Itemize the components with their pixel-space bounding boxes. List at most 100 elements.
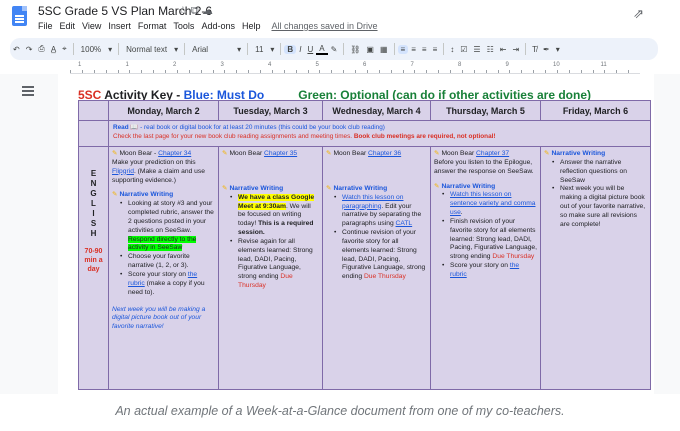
- chapter-34-link[interactable]: Chapter 34: [158, 150, 191, 157]
- star-move-cloud-icons[interactable]: ☆ ⧉ ☁: [178, 4, 213, 18]
- font-chevron-icon[interactable]: ▾: [234, 45, 244, 54]
- list-item: Score your story on the rubric: [434, 262, 537, 280]
- highlight-icon[interactable]: ✎: [328, 45, 341, 54]
- indent-less-icon[interactable]: ⇤: [497, 45, 510, 54]
- ruler-mark: [200, 70, 202, 73]
- read-instruction-line2: Check the last page for your new book cl…: [113, 132, 354, 140]
- chapter-35-link[interactable]: Chapter 35: [264, 150, 297, 157]
- style-select[interactable]: Normal text: [122, 45, 171, 54]
- font-select[interactable]: Arial: [188, 45, 234, 54]
- font-size-select[interactable]: 11: [251, 45, 267, 54]
- sentence-variety-lesson-link[interactable]: Watch this lesson on sentence variety an…: [450, 191, 536, 216]
- zoom-select[interactable]: 100%: [77, 45, 105, 54]
- docs-logo-icon[interactable]: [12, 6, 27, 26]
- numbered-list-icon[interactable]: ☷: [484, 45, 497, 54]
- ruler-mark: [117, 70, 119, 73]
- save-status[interactable]: All changes saved in Drive: [271, 21, 377, 31]
- day-header-monday: Monday, March 2: [108, 100, 219, 121]
- document-outline-icon[interactable]: [22, 86, 34, 96]
- spellcheck-icon[interactable]: A̲: [48, 45, 59, 54]
- ruler-mark: [188, 70, 190, 73]
- reading-row: Read 📖 - real book or digital book for a…: [78, 120, 651, 147]
- checklist-icon[interactable]: ☑: [457, 45, 470, 54]
- bold-icon[interactable]: B: [284, 44, 297, 54]
- menu-insert[interactable]: Insert: [108, 21, 131, 31]
- wednesday-english-cell[interactable]: ✎ Moon Bear Chapter 36 ✎ Narrative Writi…: [322, 146, 431, 390]
- list-item: Finish revision of your favorite story f…: [434, 218, 537, 262]
- flipgrid-link[interactable]: Flipgrid: [112, 168, 134, 175]
- menu-format[interactable]: Format: [138, 21, 167, 31]
- ruler-mark: [521, 70, 523, 73]
- tuesday-english-cell[interactable]: ✎ Moon Bear Chapter 35 ✎ Narrative Writi…: [218, 146, 323, 390]
- ruler-tick-label: 7: [410, 62, 414, 68]
- horizontal-ruler[interactable]: 1 1 2 3 4 5 6 7 8 9 10 11: [70, 62, 640, 74]
- pencil-icon: ✎: [434, 150, 440, 157]
- chapter-36-link[interactable]: Chapter 36: [368, 150, 401, 157]
- ruler-mark: [378, 70, 380, 73]
- bulleted-list-icon[interactable]: ☰: [470, 45, 483, 54]
- menu-file[interactable]: File: [38, 21, 53, 31]
- underline-icon[interactable]: U: [304, 45, 316, 54]
- list-item: Continue revision of your favorite story…: [326, 229, 427, 282]
- line-spacing-icon[interactable]: ↕: [447, 45, 457, 54]
- indent-more-icon[interactable]: ⇥: [509, 45, 522, 54]
- ruler-mark: [283, 70, 285, 73]
- chapter-37-link[interactable]: Chapter 37: [476, 150, 509, 157]
- ruler-mark: [426, 70, 428, 73]
- ruler-mark: [533, 70, 535, 73]
- menu-addons[interactable]: Add-ons: [201, 21, 235, 31]
- redo-icon[interactable]: ↷: [23, 45, 36, 54]
- ruler-mark: [165, 70, 166, 73]
- align-justify-icon[interactable]: ≡: [430, 45, 441, 54]
- text-color-icon[interactable]: A: [316, 44, 328, 55]
- more-chevron-icon[interactable]: ▾: [553, 45, 563, 54]
- size-chevron-icon[interactable]: ▾: [267, 45, 277, 54]
- subject-english: E N G L I S H 70-90 min a day: [78, 146, 109, 390]
- undo-icon[interactable]: ↶: [10, 45, 23, 54]
- ruler-mark: [129, 70, 131, 73]
- pencil-icon: ✎: [222, 184, 228, 192]
- ruler-tick-label: 2: [173, 62, 177, 68]
- align-right-icon[interactable]: ≡: [419, 45, 430, 54]
- catl-link[interactable]: CATL: [396, 220, 413, 227]
- ruler-mark: [580, 70, 582, 73]
- ruler-mark: [248, 70, 250, 73]
- zoom-chevron-icon[interactable]: ▾: [105, 45, 115, 54]
- align-center-icon[interactable]: ≡: [408, 45, 419, 54]
- ruler-mark: [331, 70, 333, 73]
- ruler-mark: [545, 70, 546, 73]
- pencil-icon: ✎: [112, 150, 118, 157]
- ruler-tick-label: 8: [458, 62, 462, 68]
- clear-format-icon[interactable]: T̸: [529, 45, 540, 54]
- ruler-mark: [224, 70, 226, 73]
- ruler-mark: [141, 70, 143, 73]
- menu-view[interactable]: View: [82, 21, 101, 31]
- align-left-icon[interactable]: ≡: [397, 44, 409, 54]
- menu-edit[interactable]: Edit: [60, 21, 76, 31]
- thursday-english-cell[interactable]: ✎ Moon Bear Chapter 37 Before you listen…: [430, 146, 541, 390]
- style-chevron-icon[interactable]: ▾: [171, 45, 181, 54]
- activity-trend-icon[interactable]: ⇗: [633, 6, 644, 22]
- ruler-tick-label: 10: [553, 62, 560, 68]
- comment-icon[interactable]: ▣: [363, 45, 377, 54]
- list-item: Answer the narrative reflection question…: [544, 159, 647, 186]
- ruler-tick-label: 4: [268, 62, 272, 68]
- ruler-mark: [70, 70, 71, 73]
- friday-english-cell[interactable]: ✎ Narrative Writing Answer the narrative…: [540, 146, 651, 390]
- subject-minutes: 70-90 min a day: [84, 248, 103, 274]
- ruler-mark: [390, 70, 392, 73]
- week-at-a-glance-table[interactable]: Monday, March 2 Tuesday, March 3 Wednesd…: [78, 100, 651, 390]
- paint-format-icon[interactable]: ⌖: [59, 44, 70, 54]
- ruler-tick-label: 6: [363, 62, 367, 68]
- menu-help[interactable]: Help: [242, 21, 261, 31]
- image-icon[interactable]: ▦: [377, 45, 391, 54]
- day-header-tuesday: Tuesday, March 3: [218, 100, 323, 121]
- monday-english-cell[interactable]: ✎ Moon Bear - Chapter 34 Make your predi…: [108, 146, 219, 390]
- ruler-mark: [414, 70, 416, 73]
- italic-icon[interactable]: I: [296, 45, 304, 54]
- menu-tools[interactable]: Tools: [173, 21, 194, 31]
- ruler-mark: [153, 70, 155, 73]
- link-icon[interactable]: ⛓: [347, 45, 363, 54]
- pen-color-icon[interactable]: ✒: [540, 45, 553, 54]
- print-icon[interactable]: ⎙: [35, 44, 47, 54]
